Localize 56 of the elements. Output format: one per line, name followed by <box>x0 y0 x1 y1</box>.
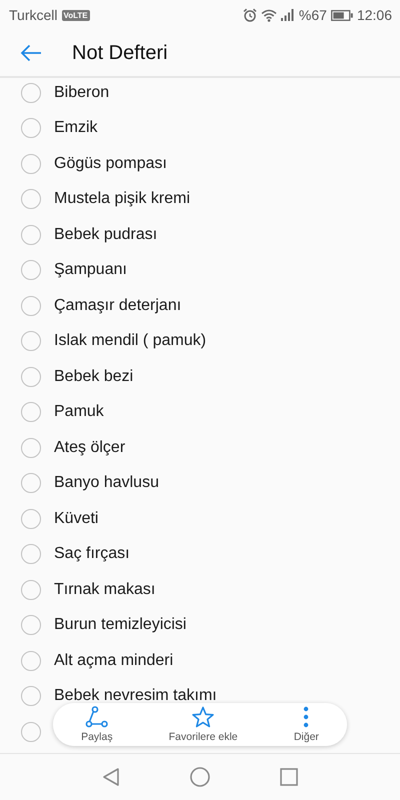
carrier-name: Turkcell <box>9 7 58 23</box>
volte-badge: VoLTE <box>62 10 90 20</box>
share-icon <box>84 706 109 728</box>
item-text: Mustela pişik kremi <box>54 190 190 208</box>
checkbox[interactable] <box>21 189 41 210</box>
item-text: Emzik <box>54 119 98 138</box>
more-button[interactable]: Diğer <box>290 704 323 745</box>
item-text: Ateş ölçer <box>54 438 126 457</box>
clock: 12:06 <box>356 7 392 23</box>
more-icon <box>303 706 310 728</box>
page-title: Not Defteri <box>72 42 168 64</box>
checkbox[interactable] <box>21 296 41 316</box>
checkbox[interactable] <box>21 650 41 671</box>
item-text: Bebek nevresim takımı <box>54 687 217 706</box>
checkbox[interactable] <box>21 508 41 529</box>
checkbox[interactable] <box>21 224 41 245</box>
checkbox[interactable] <box>21 402 41 422</box>
item-text: Tırnak makası <box>54 580 156 599</box>
item-text: Çamaşır deterjanı <box>54 296 182 315</box>
checkbox[interactable] <box>21 366 41 387</box>
checkbox[interactable] <box>21 473 41 494</box>
home-icon[interactable] <box>189 766 211 788</box>
item-text: Bebek bezi <box>54 368 134 386</box>
share-button[interactable]: Paylaş <box>77 704 117 745</box>
checkbox[interactable] <box>21 580 41 600</box>
item-text: Saç fırçası <box>54 545 130 564</box>
back-icon[interactable] <box>100 766 122 788</box>
signal-icon <box>280 9 295 21</box>
checkbox[interactable] <box>21 82 41 103</box>
checkbox[interactable] <box>21 615 41 636</box>
checkbox[interactable] <box>21 544 41 564</box>
item-text: Gögüs pompası <box>54 154 167 173</box>
battery-icon <box>330 10 353 20</box>
item-text: Banyo havlusu <box>54 474 159 492</box>
item-text: Küveti <box>54 510 98 528</box>
checkbox[interactable] <box>21 686 41 706</box>
wifi-icon <box>260 8 277 22</box>
back-arrow-icon[interactable] <box>20 44 42 62</box>
checkbox[interactable] <box>21 331 41 352</box>
item-text: Bebek pudrası <box>54 226 158 244</box>
item-text: Islak mendil ( pamuk) <box>54 332 206 350</box>
star-icon <box>191 706 216 728</box>
item-text: Pamuk <box>54 403 104 422</box>
star-button[interactable]: Favorilere ekle <box>164 704 242 745</box>
alarm-icon <box>242 8 257 22</box>
checkbox[interactable] <box>21 260 41 280</box>
item-text: Alt açma minderi <box>54 652 174 670</box>
item-text: Burun temizleyicisi <box>54 616 186 634</box>
recents-icon[interactable] <box>278 766 300 788</box>
checkbox[interactable] <box>21 722 41 742</box>
item-text: Biberon <box>54 84 110 102</box>
item-text: Şampuanı <box>54 261 127 280</box>
checkbox[interactable] <box>21 118 41 138</box>
battery-percentage: %67 <box>298 7 327 23</box>
checkbox[interactable] <box>21 438 41 458</box>
checkbox[interactable] <box>21 154 41 174</box>
